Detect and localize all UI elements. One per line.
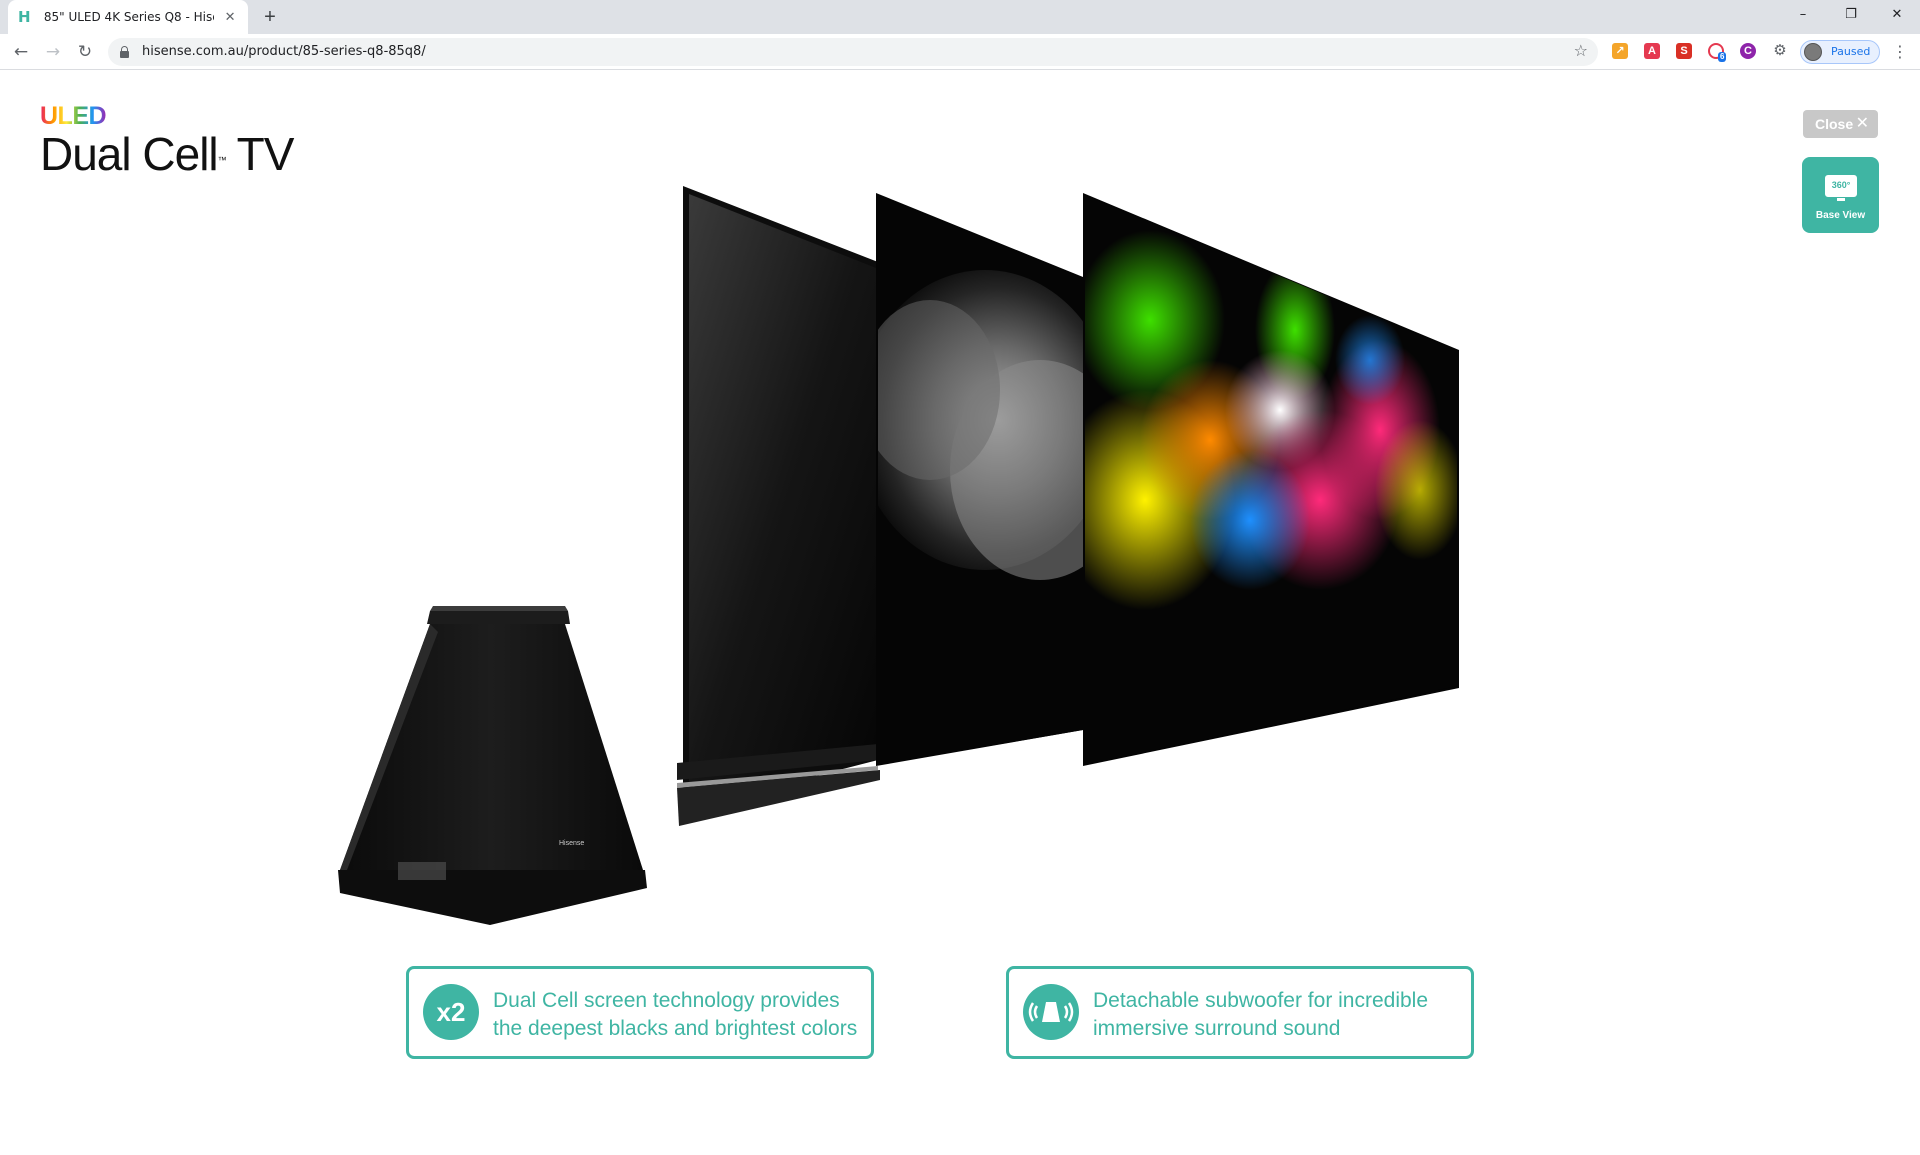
subwoofer-base [338,870,647,925]
feature-text: Detachable subwoofer for incredible imme… [1093,989,1429,1040]
tv-back-panel [677,186,880,826]
subwoofer-brand: Hisense [559,840,584,847]
subwoofer-icon [1023,984,1079,1040]
feature-text: Dual Cell screen technology provides the… [493,989,858,1040]
tv-color-cell-panel [1083,193,1459,766]
subwoofer-port [398,862,446,880]
feature-card-subwoofer: Detachable subwoofer for incredible imme… [1006,966,1474,1059]
back-panel-screen [689,194,876,793]
subwoofer-top-cap [427,611,570,624]
dual-cell-icon: x2 [423,984,479,1040]
subwoofer-top-edge [430,606,568,611]
tv-exploded-view: Hisense [338,186,1459,925]
feature-card-dual-cell: x2 Dual Cell screen technology provides … [406,966,874,1059]
subwoofer: Hisense [338,606,647,925]
